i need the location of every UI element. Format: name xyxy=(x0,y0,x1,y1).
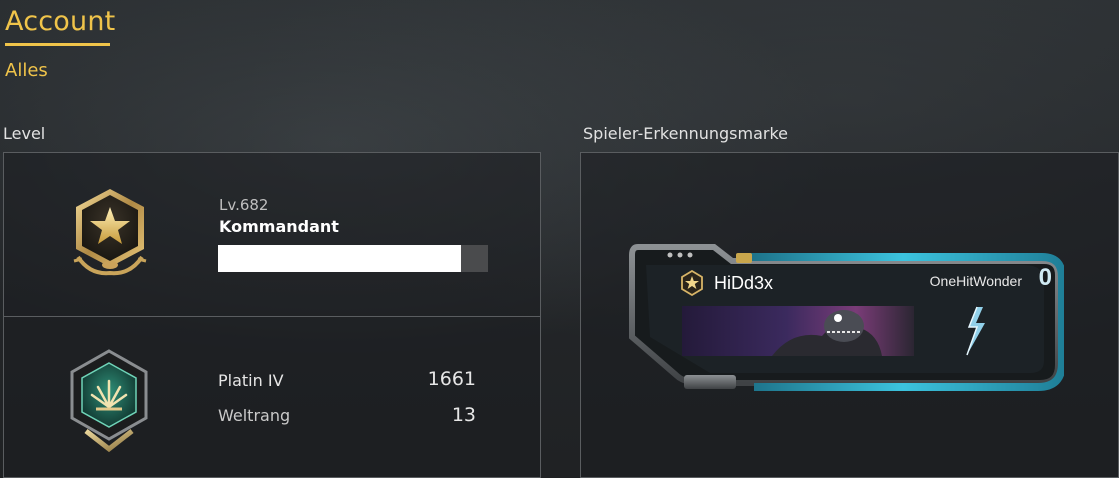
level-section-label: Level xyxy=(3,124,46,143)
active-tab-underline xyxy=(5,43,110,46)
dogtag-counter: 0 xyxy=(1038,264,1052,291)
xp-progress-bar xyxy=(218,245,488,272)
level-panel: Lv.682 Kommandant Platin IV 1661 Weltran… xyxy=(3,152,541,478)
world-rank-label: Weltrang xyxy=(218,406,291,425)
dogtag-panel[interactable]: HiDd3x OneHitWonder 0 xyxy=(580,152,1119,478)
lightning-bolt-icon xyxy=(959,305,991,357)
rank-points: 1661 xyxy=(427,368,476,390)
filter-label[interactable]: Alles xyxy=(5,60,48,81)
dogtag-card[interactable]: HiDd3x OneHitWonder 0 xyxy=(624,237,1064,397)
level-number: Lv.682 xyxy=(219,196,269,214)
dogtag-banner-image xyxy=(682,306,914,356)
player-title: OneHitWonder xyxy=(929,273,1022,289)
page-title[interactable]: Account xyxy=(5,6,115,37)
player-name: HiDd3x xyxy=(714,273,774,293)
world-rank-value: 13 xyxy=(451,404,476,426)
rank-title: Kommandant xyxy=(219,217,339,236)
gold-star-hexagon-badge-icon xyxy=(70,187,150,287)
panel-divider xyxy=(4,316,540,317)
platinum-rank-badge-icon xyxy=(66,349,152,453)
dogtag-section-label: Spieler-Erkennungsmarke xyxy=(583,124,789,143)
small-star-badge-icon xyxy=(681,270,703,296)
rank-tier: Platin IV xyxy=(218,371,284,390)
xp-progress-fill xyxy=(218,245,461,272)
